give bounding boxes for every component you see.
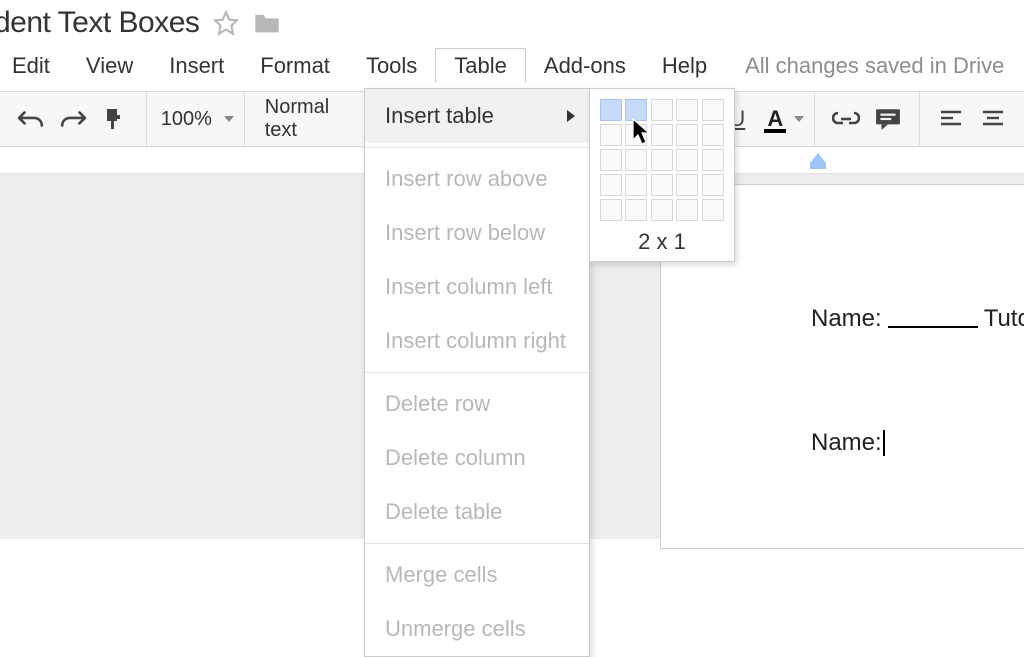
text-cursor <box>883 430 885 456</box>
chevron-right-icon <box>567 110 575 122</box>
size-cell[interactable] <box>625 149 647 171</box>
size-cell[interactable] <box>702 124 724 146</box>
size-cell[interactable] <box>651 174 673 196</box>
document-title[interactable]: dent Text Boxes <box>0 6 199 40</box>
zoom-value: 100% <box>157 108 216 131</box>
chevron-down-icon <box>794 116 804 122</box>
menu-insert[interactable]: Insert <box>151 49 242 83</box>
save-status: All changes saved in Drive <box>745 53 1004 79</box>
size-cell[interactable] <box>625 124 647 146</box>
size-cell[interactable] <box>600 99 622 121</box>
menu-delete-column: Delete column <box>365 431 589 485</box>
folder-icon[interactable] <box>253 11 281 35</box>
size-cell[interactable] <box>625 99 647 121</box>
size-cell[interactable] <box>651 199 673 221</box>
size-cell[interactable] <box>676 174 698 196</box>
chevron-down-icon <box>224 116 234 122</box>
size-cell[interactable] <box>600 174 622 196</box>
name-label-2: Name: <box>811 429 882 456</box>
size-cell[interactable] <box>600 149 622 171</box>
menu-insert-row-below: Insert row below <box>365 206 589 260</box>
size-cell[interactable] <box>625 199 647 221</box>
name-label: Name: <box>811 305 882 333</box>
text-color-button[interactable]: A <box>758 102 792 136</box>
menu-format[interactable]: Format <box>242 49 348 83</box>
size-grid[interactable] <box>600 99 724 221</box>
menu-insert-col-right: Insert column right <box>365 314 589 368</box>
menu-separator <box>365 372 589 373</box>
size-cell[interactable] <box>600 199 622 221</box>
size-cell[interactable] <box>651 149 673 171</box>
size-cell[interactable] <box>651 99 673 121</box>
redo-button[interactable] <box>56 102 90 136</box>
align-center-button[interactable] <box>976 102 1010 136</box>
table-size-picker[interactable]: 2 x 1 <box>589 88 735 262</box>
paint-format-button[interactable] <box>98 102 132 136</box>
size-cell[interactable] <box>651 124 673 146</box>
size-cell[interactable] <box>676 124 698 146</box>
menu-insert-table[interactable]: Insert table <box>365 89 589 143</box>
menu-view[interactable]: View <box>68 49 151 83</box>
tutor-label: Tutor <box>984 305 1024 333</box>
size-cell[interactable] <box>702 149 724 171</box>
text-color-bar <box>764 129 786 133</box>
size-cell[interactable] <box>676 99 698 121</box>
insert-comment-button[interactable] <box>871 102 905 136</box>
paragraph-style-value: Normal text <box>255 96 361 142</box>
menu-separator <box>365 147 589 148</box>
size-cell[interactable] <box>676 149 698 171</box>
size-cell[interactable] <box>625 174 647 196</box>
size-cell[interactable] <box>702 199 724 221</box>
menu-edit[interactable]: Edit <box>0 49 68 83</box>
size-cell[interactable] <box>600 124 622 146</box>
menu-unmerge-cells: Unmerge cells <box>365 602 589 656</box>
menu-separator <box>365 543 589 544</box>
menu-merge-cells: Merge cells <box>365 548 589 602</box>
paragraph-style-control[interactable]: Normal text <box>245 92 371 146</box>
menu-table[interactable]: Table <box>435 48 526 83</box>
menu-delete-row: Delete row <box>365 377 589 431</box>
menu-addons[interactable]: Add-ons <box>526 49 644 83</box>
table-dropdown: Insert table Insert row above Insert row… <box>364 88 590 657</box>
doc-line-2: Name: <box>811 429 1024 457</box>
indent-marker[interactable] <box>810 153 826 169</box>
menu-insert-col-left: Insert column left <box>365 260 589 314</box>
doc-line-1: Name: Tutor <box>811 305 1024 333</box>
size-label: 2 x 1 <box>600 221 724 255</box>
menu-bar: Edit View Insert Format Tools Table Add-… <box>0 44 1024 91</box>
title-bar: dent Text Boxes <box>0 0 1024 44</box>
undo-button[interactable] <box>14 102 48 136</box>
star-icon[interactable] <box>213 10 239 36</box>
menu-delete-table: Delete table <box>365 485 589 539</box>
size-cell[interactable] <box>676 199 698 221</box>
menu-help[interactable]: Help <box>644 49 725 83</box>
menu-insert-row-above: Insert row above <box>365 152 589 206</box>
insert-link-button[interactable] <box>829 102 863 136</box>
size-cell[interactable] <box>702 99 724 121</box>
zoom-control[interactable]: 100% <box>147 92 244 146</box>
blank-line <box>888 326 978 328</box>
size-cell[interactable] <box>702 174 724 196</box>
menu-tools[interactable]: Tools <box>348 49 435 83</box>
align-left-button[interactable] <box>934 102 968 136</box>
